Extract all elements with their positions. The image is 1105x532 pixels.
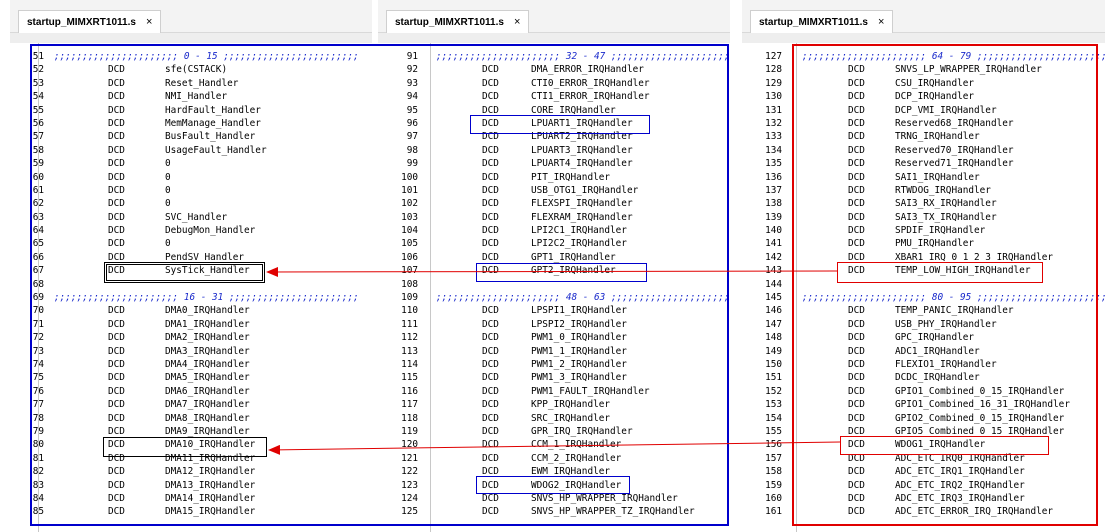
arrow-wdog1-to-dma10 <box>268 441 841 455</box>
arrow-temp-to-systick <box>266 266 838 277</box>
arrow-layer <box>266 266 841 455</box>
